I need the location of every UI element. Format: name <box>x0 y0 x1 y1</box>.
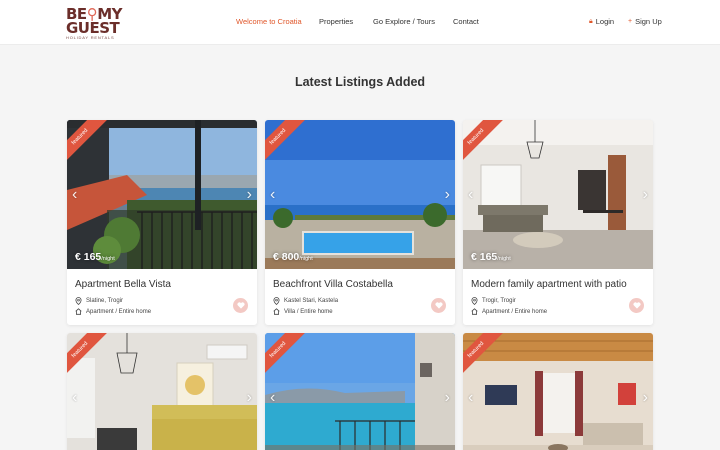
listing-title[interactable]: Beachfront Villa Costabella <box>273 279 393 290</box>
chevron-right-icon[interactable]: › <box>247 389 252 407</box>
listing-type: Apartment / Entire home <box>471 308 547 315</box>
listing-price: € 165/night <box>75 251 115 263</box>
favorite-button[interactable] <box>233 298 248 313</box>
listing-card[interactable]: featured ‹ › <box>463 333 653 450</box>
listing-photo: featured ‹ › € 165/night <box>67 120 257 269</box>
chevron-left-icon[interactable]: ‹ <box>468 186 473 204</box>
chevron-right-icon[interactable]: › <box>445 186 450 204</box>
chevron-right-icon[interactable]: › <box>643 389 648 407</box>
listing-title[interactable]: Modern family apartment with patio <box>471 279 627 290</box>
listing-card[interactable]: featured ‹ › € 800/night Beachfront Vill… <box>265 120 455 325</box>
map-pin-icon <box>75 297 82 305</box>
chevron-left-icon[interactable]: ‹ <box>72 389 77 407</box>
chevron-right-icon[interactable]: › <box>247 186 252 204</box>
listing-photo: featured ‹ › <box>67 333 257 450</box>
home-icon <box>471 308 478 315</box>
listing-location: Trogir, Trogir <box>471 297 516 305</box>
login-link[interactable]: 🔒︎ Login <box>589 17 614 26</box>
listing-card[interactable]: featured ‹ › <box>265 333 455 450</box>
listing-photo: featured ‹ › € 165/night <box>463 120 653 269</box>
lock-icon: 🔒︎ <box>589 17 593 25</box>
listing-photo: featured ‹ › <box>463 333 653 450</box>
listing-location: Kastel Stari, Kastela <box>273 297 338 305</box>
listing-card[interactable]: featured ‹ › <box>67 333 257 450</box>
listing-photo: featured ‹ › € 800/night <box>265 120 455 269</box>
listing-photo: featured ‹ › <box>265 333 455 450</box>
heart-icon <box>236 302 245 309</box>
map-pin-icon <box>273 297 280 305</box>
heart-icon <box>632 302 641 309</box>
heart-icon <box>434 302 443 309</box>
chevron-right-icon[interactable]: › <box>643 186 648 204</box>
chevron-left-icon[interactable]: ‹ <box>270 186 275 204</box>
map-pin-icon <box>471 297 478 305</box>
favorite-button[interactable] <box>431 298 446 313</box>
login-label: Login <box>595 17 615 26</box>
listing-card[interactable]: featured ‹ › € 165/night Modern family a… <box>463 120 653 325</box>
listing-price: € 800/night <box>273 251 313 263</box>
nav-properties[interactable]: Properties <box>319 17 353 26</box>
sign-up-label: Sign Up <box>635 17 662 26</box>
sign-up-link[interactable]: + Sign Up <box>628 17 662 26</box>
listing-location: Slatine, Trogir <box>75 297 123 305</box>
section-title: Latest Listings Added <box>294 75 426 89</box>
favorite-button[interactable] <box>629 298 644 313</box>
listing-type: Apartment / Entire home <box>75 308 151 315</box>
site-header: BE⚲MY GUEST HOLIDAY RENTALS Welcome to C… <box>0 0 720 45</box>
chevron-left-icon[interactable]: ‹ <box>72 186 77 204</box>
chevron-right-icon[interactable]: › <box>445 389 450 407</box>
nav-contact[interactable]: Contact <box>453 17 479 26</box>
listing-card[interactable]: featured ‹ › € 165/night Apartment Bella… <box>67 120 257 325</box>
logo-tagline: HOLIDAY RENTALS <box>66 35 115 40</box>
listing-type: Villa / Entire home <box>273 308 333 315</box>
nav-go-explore-tours[interactable]: Go Explore / Tours <box>373 17 435 26</box>
plus-icon: + <box>628 18 633 25</box>
listing-title[interactable]: Apartment Bella Vista <box>75 279 171 290</box>
home-icon <box>75 308 82 315</box>
chevron-left-icon[interactable]: ‹ <box>270 389 275 407</box>
home-icon <box>273 308 280 315</box>
listing-price: € 165/night <box>471 251 511 263</box>
nav-welcome-to-croatia[interactable]: Welcome to Croatia <box>236 17 302 26</box>
brand-logo[interactable]: BE⚲MY GUEST HOLIDAY RENTALS <box>66 6 122 40</box>
logo-text-guest: GUEST <box>66 19 120 37</box>
chevron-left-icon[interactable]: ‹ <box>468 389 473 407</box>
